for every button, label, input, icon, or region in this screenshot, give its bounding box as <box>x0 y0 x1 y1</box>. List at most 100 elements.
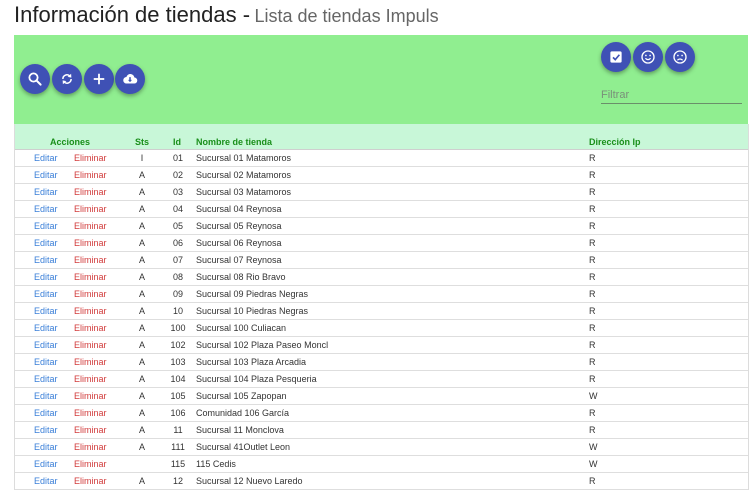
dissatisfied-button[interactable] <box>665 42 695 72</box>
ip-cell: W <box>589 391 598 401</box>
edit-link[interactable]: Editar <box>34 391 58 401</box>
edit-link[interactable]: Editar <box>34 187 58 197</box>
ip-cell: R <box>589 272 596 282</box>
id-cell: 01 <box>172 153 183 163</box>
store-name-cell: Sucursal 04 Reynosa <box>196 204 282 214</box>
edit-link[interactable]: Editar <box>34 306 58 316</box>
sad-face-icon <box>673 50 687 64</box>
delete-link[interactable]: Eliminar <box>74 408 107 418</box>
store-name-cell: Sucursal 100 Culiacan <box>196 323 287 333</box>
table-row[interactable]: Editar Eliminar A 111 Sucursal 41Outlet Leon… <box>15 439 748 456</box>
table-row[interactable]: Editar Eliminar A 02 Sucursal 02 Matamoros R <box>15 167 748 184</box>
delete-link[interactable]: Eliminar <box>74 340 107 350</box>
store-name-cell: Sucursal 01 Matamoros <box>196 153 292 163</box>
satisfied-button[interactable] <box>633 42 663 72</box>
table-row[interactable]: Editar Eliminar I 01 Sucursal 01 Matamoros R <box>15 150 748 167</box>
table-row[interactable]: Editar Eliminar A 09 Sucursal 09 Piedras Neg… <box>15 286 748 303</box>
table-row[interactable]: Editar Eliminar A 07 Sucursal 07 Reynosa R <box>15 252 748 269</box>
store-name-cell: 115 Cedis <box>196 459 236 469</box>
store-name-cell: Sucursal 10 Piedras Negras <box>196 306 309 316</box>
table-row[interactable]: Editar Eliminar A 103 Sucursal 103 Plaza Arc… <box>15 354 748 371</box>
edit-link[interactable]: Editar <box>34 255 58 265</box>
checkbox-icon <box>610 51 622 63</box>
edit-link[interactable]: Editar <box>34 238 58 248</box>
table-row[interactable]: Editar Eliminar 115 115 Cedis W <box>15 456 748 473</box>
edit-link[interactable]: Editar <box>34 221 58 231</box>
table-row[interactable]: Editar Eliminar A 10 Sucursal 10 Piedras Neg… <box>15 303 748 320</box>
delete-link[interactable]: Eliminar <box>74 442 107 452</box>
stores-table: Acciones Sts Id Nombre de tienda Direcci… <box>14 124 749 490</box>
delete-link[interactable]: Eliminar <box>74 187 107 197</box>
status-cell: A <box>138 408 145 418</box>
id-cell: 10 <box>172 306 183 316</box>
delete-link[interactable]: Eliminar <box>74 323 107 333</box>
table-row[interactable]: Editar Eliminar A 102 Sucursal 102 Plaza Pas… <box>15 337 748 354</box>
column-header-nombre[interactable]: Nombre de tienda <box>196 137 272 147</box>
delete-link[interactable]: Eliminar <box>74 357 107 367</box>
edit-link[interactable]: Editar <box>34 204 58 214</box>
store-name-cell: Sucursal 03 Matamoros <box>196 187 292 197</box>
ip-cell: R <box>589 221 596 231</box>
table-row[interactable]: Editar Eliminar A 106 Comunidad 106 García R <box>15 405 748 422</box>
table-row[interactable]: Editar Eliminar A 11 Sucursal 11 Monclova R <box>15 422 748 439</box>
status-cell: A <box>138 255 145 265</box>
delete-link[interactable]: Eliminar <box>74 476 107 486</box>
delete-link[interactable]: Eliminar <box>74 306 107 316</box>
ip-cell: R <box>589 204 596 214</box>
filter-input[interactable] <box>601 87 742 104</box>
table-row[interactable]: Editar Eliminar A 100 Sucursal 100 Culiacan R <box>15 320 748 337</box>
table-row[interactable]: Editar Eliminar A 03 Sucursal 03 Matamoros R <box>15 184 748 201</box>
status-cell: A <box>138 221 145 231</box>
search-icon <box>28 72 42 86</box>
edit-link[interactable]: Editar <box>34 442 58 452</box>
id-cell: 105 <box>170 391 186 401</box>
edit-link[interactable]: Editar <box>34 323 58 333</box>
table-row[interactable]: Editar Eliminar A 105 Sucursal 105 Zapopan W <box>15 388 748 405</box>
delete-link[interactable]: Eliminar <box>74 255 107 265</box>
delete-link[interactable]: Eliminar <box>74 459 107 469</box>
table-row[interactable]: Editar Eliminar A 04 Sucursal 04 Reynosa R <box>15 201 748 218</box>
store-name-cell: Comunidad 106 García <box>196 408 290 418</box>
column-header-ip[interactable]: Dirección Ip <box>589 137 641 147</box>
ip-cell: R <box>589 238 596 248</box>
edit-link[interactable]: Editar <box>34 374 58 384</box>
select-all-button[interactable] <box>601 42 631 72</box>
ip-cell: R <box>589 476 596 486</box>
delete-link[interactable]: Eliminar <box>74 204 107 214</box>
delete-link[interactable]: Eliminar <box>74 238 107 248</box>
status-cell: A <box>138 238 145 248</box>
column-header-sts[interactable]: Sts <box>135 137 149 147</box>
delete-link[interactable]: Eliminar <box>74 374 107 384</box>
table-row[interactable]: Editar Eliminar A 12 Sucursal 12 Nuevo Lared… <box>15 473 748 490</box>
store-name-cell: Sucursal 09 Piedras Negras <box>196 289 309 299</box>
edit-link[interactable]: Editar <box>34 340 58 350</box>
edit-link[interactable]: Editar <box>34 289 58 299</box>
edit-link[interactable]: Editar <box>34 357 58 367</box>
table-row[interactable]: Editar Eliminar A 104 Sucursal 104 Plaza Pes… <box>15 371 748 388</box>
delete-link[interactable]: Eliminar <box>74 170 107 180</box>
delete-link[interactable]: Eliminar <box>74 153 107 163</box>
edit-link[interactable]: Editar <box>34 459 58 469</box>
column-header-acciones[interactable]: Acciones <box>50 137 90 147</box>
delete-link[interactable]: Eliminar <box>74 221 107 231</box>
table-row[interactable]: Editar Eliminar A 06 Sucursal 06 Reynosa R <box>15 235 748 252</box>
delete-link[interactable]: Eliminar <box>74 425 107 435</box>
column-header-id[interactable]: Id <box>173 137 181 147</box>
search-button[interactable] <box>20 64 50 94</box>
edit-link[interactable]: Editar <box>34 170 58 180</box>
delete-link[interactable]: Eliminar <box>74 289 107 299</box>
edit-link[interactable]: Editar <box>34 408 58 418</box>
refresh-icon <box>62 73 72 85</box>
edit-link[interactable]: Editar <box>34 153 58 163</box>
add-button[interactable] <box>84 64 114 94</box>
table-row[interactable]: Editar Eliminar A 05 Sucursal 05 Reynosa R <box>15 218 748 235</box>
edit-link[interactable]: Editar <box>34 476 58 486</box>
table-row[interactable]: Editar Eliminar A 08 Sucursal 08 Rio Bravo R <box>15 269 748 286</box>
delete-link[interactable]: Eliminar <box>74 272 107 282</box>
refresh-button[interactable] <box>52 64 82 94</box>
delete-link[interactable]: Eliminar <box>74 391 107 401</box>
id-cell: 12 <box>172 476 183 486</box>
edit-link[interactable]: Editar <box>34 272 58 282</box>
edit-link[interactable]: Editar <box>34 425 58 435</box>
download-button[interactable] <box>115 64 145 94</box>
